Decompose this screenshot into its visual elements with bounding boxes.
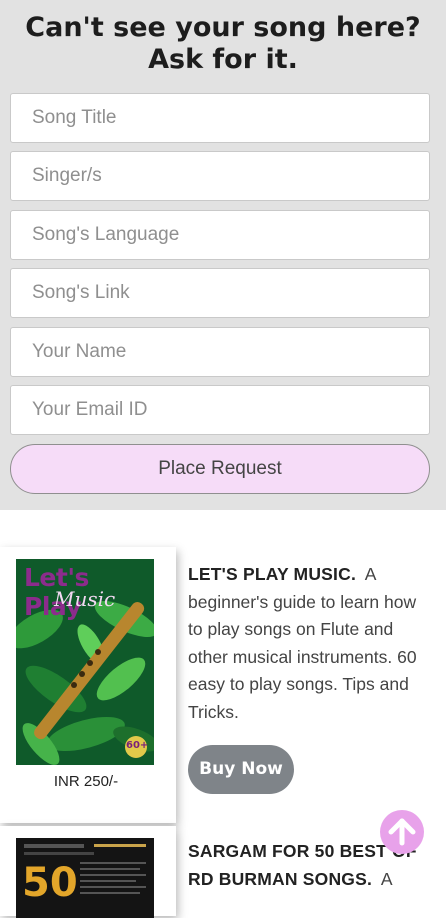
- product-card[interactable]: 50: [0, 826, 176, 918]
- song-request-section: Can't see your song here? Ask for it. Pl…: [0, 0, 446, 510]
- song-link-input[interactable]: [10, 268, 430, 318]
- singers-input[interactable]: [10, 151, 430, 201]
- scroll-to-top-button[interactable]: [380, 810, 424, 854]
- product-description-text: A: [380, 868, 393, 889]
- arrow-up-icon: [388, 818, 416, 846]
- product-name-line2: RD BURMAN SONGS.: [188, 868, 373, 889]
- product-description-text: A beginner's guide to learn how to play …: [188, 564, 417, 722]
- request-heading: Can't see your song here? Ask for it.: [0, 12, 446, 76]
- request-heading-line2: Ask for it.: [148, 44, 298, 75]
- request-heading-line1: Can't see your song here?: [25, 12, 421, 43]
- song-title-input[interactable]: [10, 93, 430, 143]
- cover-number: 50: [22, 860, 78, 906]
- your-name-input[interactable]: [10, 327, 430, 377]
- product-name: LET'S PLAY MUSIC.: [188, 564, 357, 584]
- product-card[interactable]: Let's Play Music 60+ INR 250/-: [0, 547, 176, 823]
- cover-title-line2: Music: [54, 587, 116, 611]
- book-cover-image[interactable]: 50: [16, 838, 154, 918]
- product-description: LET'S PLAY MUSIC. A beginner's guide to …: [188, 561, 434, 726]
- place-request-button[interactable]: Place Request: [10, 444, 430, 494]
- book-cover-image[interactable]: Let's Play Music 60+: [16, 559, 154, 765]
- buy-now-button[interactable]: Buy Now: [188, 745, 294, 794]
- song-language-input[interactable]: [10, 210, 430, 260]
- email-input[interactable]: [10, 385, 430, 435]
- cover-badge: 60+: [126, 740, 149, 751]
- product-price: INR 250/-: [53, 773, 119, 790]
